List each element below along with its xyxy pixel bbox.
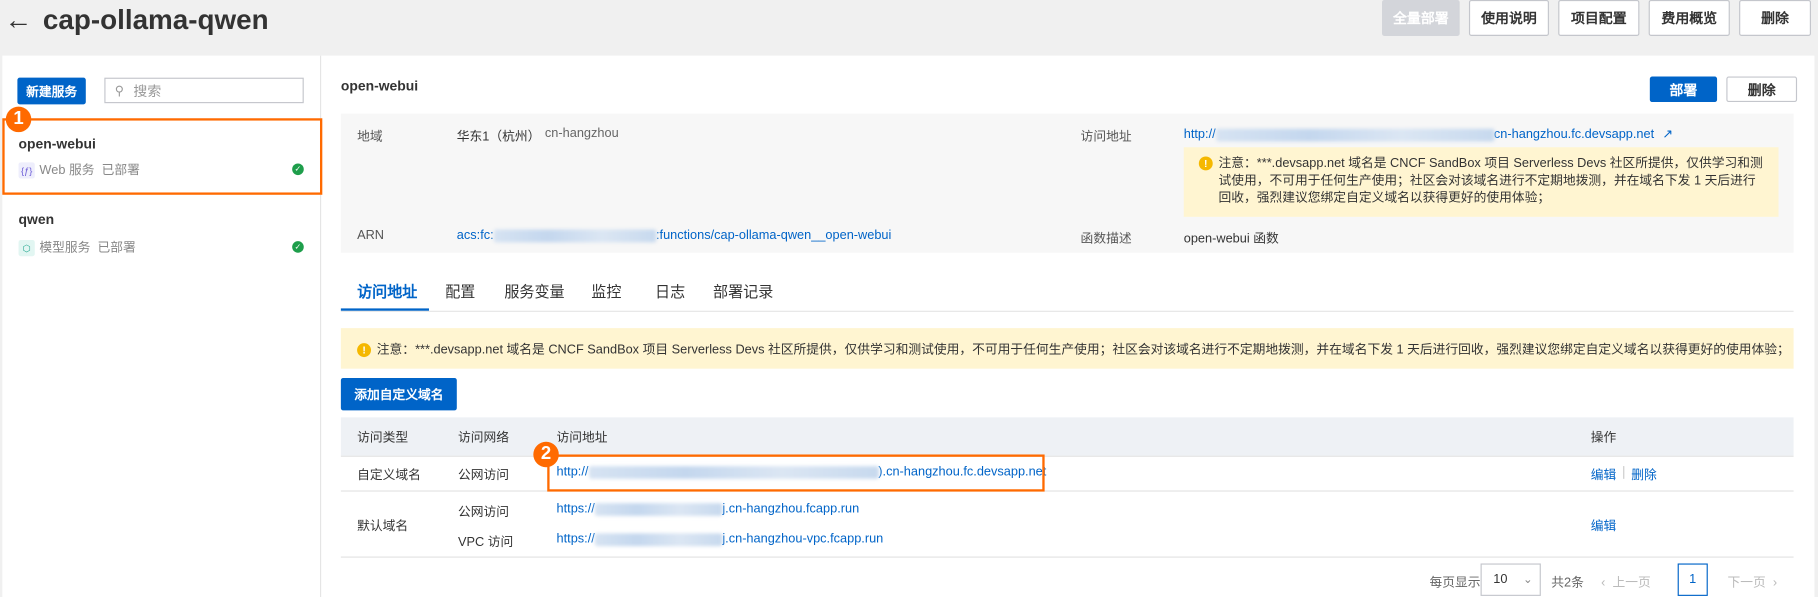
per-page-label: 每页显示: [1429, 576, 1481, 591]
prev-page-button[interactable]: ‹ 上一页: [1601, 573, 1651, 592]
sandbox-notice: ! 注意：***.devsapp.net 域名是 CNCF SandBox 项目 …: [1183, 147, 1779, 217]
service-meta: ⬡ 模型服务 已部署: [18, 238, 136, 257]
service-name: qwen: [18, 211, 55, 228]
col-actions: 操作: [1590, 431, 1617, 446]
tabs-baseline: [340, 310, 1794, 312]
row-network-vpc: VPC 访问: [457, 535, 514, 550]
deployed-check-icon: ✓: [292, 163, 304, 176]
tab-deploy-history[interactable]: 部署记录: [713, 279, 773, 301]
region-label: 地域: [357, 129, 383, 144]
vpc-default-url-link[interactable]: https:// j.cn-hangzhou-vpc.fcapp.run: [557, 532, 884, 546]
per-page-select[interactable]: 10 ⌄: [1480, 563, 1541, 596]
col-access-type: 访问类型: [357, 431, 409, 446]
col-network: 访问网络: [457, 431, 509, 446]
external-link-icon[interactable]: ↗: [1662, 128, 1673, 142]
region-code: cn-hangzhou: [544, 126, 619, 141]
back-arrow-icon[interactable]: ←: [5, 5, 33, 37]
url-prefix: https://: [556, 502, 595, 516]
prev-label: 上一页: [1612, 576, 1651, 591]
search-icon: ⚲: [114, 84, 125, 98]
arn-label: ARN: [357, 228, 385, 243]
page-1-button[interactable]: 1: [1677, 563, 1708, 596]
arn-suffix: :functions/cap-ollama-qwen__open-webui: [655, 228, 892, 243]
url-suffix: cn-hangzhou.fc.devsapp.net: [1493, 127, 1655, 142]
highlight-box-1: [2, 118, 323, 195]
web-function-icon: {ƒ}: [18, 162, 35, 179]
public-default-url-link[interactable]: https:// j.cn-hangzhou.fcapp.run: [557, 502, 860, 516]
deployed-check-icon: ✓: [292, 241, 304, 253]
desc-label: 函数描述: [1080, 231, 1132, 246]
service-type: 模型服务: [39, 241, 91, 256]
action-separator: [1623, 466, 1625, 479]
page-title: cap-ollama-qwen: [42, 4, 269, 36]
url-prefix: https://: [556, 532, 595, 547]
next-label: 下一页: [1727, 576, 1766, 591]
service-name: open-webui: [18, 135, 96, 152]
delete-link[interactable]: 删除: [1631, 465, 1657, 484]
new-service-button[interactable]: 新建服务: [17, 77, 86, 105]
search-input[interactable]: ⚲ 搜索: [104, 77, 304, 104]
service-type: Web 服务: [39, 163, 95, 178]
warning-icon: !: [1198, 156, 1213, 171]
row-type: 默认域名: [357, 519, 409, 534]
url-prefix: http://: [1183, 127, 1216, 142]
delete-service-button[interactable]: 删除: [1726, 76, 1798, 103]
project-config-button[interactable]: 项目配置: [1558, 0, 1640, 36]
tab-access-url[interactable]: 访问地址: [357, 279, 417, 301]
url-suffix: j.cn-hangzhou-vpc.fcapp.run: [722, 532, 884, 547]
deploy-button[interactable]: 部署: [1649, 76, 1718, 103]
tab-monitoring[interactable]: 监控: [591, 279, 621, 301]
region-value: 华东1（杭州）: [456, 129, 541, 144]
step-badge-2: 2: [533, 441, 559, 468]
row-network: 公网访问: [457, 505, 509, 520]
add-custom-domain-button[interactable]: 添加自定义域名: [340, 377, 457, 411]
usage-button[interactable]: 使用说明: [1468, 0, 1549, 36]
url-suffix: j.cn-hangzhou.fcapp.run: [722, 502, 860, 516]
total-count: 共2条: [1551, 576, 1584, 591]
service-detail-title: open-webui: [340, 77, 419, 94]
col-url: 访问地址: [556, 431, 608, 446]
chevron-right-icon: ›: [1772, 576, 1778, 591]
notice-text: 注意：***.devsapp.net 域名是 CNCF SandBox 项目 S…: [376, 343, 1790, 358]
next-page-button[interactable]: 下一页 ›: [1728, 573, 1778, 592]
row-network: 公网访问: [457, 468, 509, 483]
warning-icon: !: [357, 343, 372, 358]
deploy-all-button[interactable]: 全量部署: [1382, 0, 1460, 36]
delete-project-button[interactable]: 删除: [1739, 0, 1811, 36]
search-placeholder: 搜索: [133, 82, 162, 100]
tab-config[interactable]: 配置: [445, 279, 475, 301]
tab-logs[interactable]: 日志: [655, 279, 685, 301]
arn-prefix: acs:fc:: [456, 228, 494, 243]
service-status: 已部署: [97, 241, 136, 256]
cost-overview-button[interactable]: 费用概览: [1648, 0, 1730, 36]
step-badge-1: 1: [5, 106, 32, 133]
row-type: 自定义域名: [357, 468, 421, 483]
row-divider: [340, 556, 1794, 558]
active-tab-indicator: [340, 308, 429, 311]
arn-value: acs:fc: :functions/cap-ollama-qwen__open-…: [457, 228, 892, 242]
edit-link[interactable]: 编辑: [1591, 516, 1617, 535]
edit-link[interactable]: 编辑: [1591, 465, 1617, 484]
service-meta: {ƒ} Web 服务 已部署: [18, 160, 140, 179]
per-page-value: 10: [1493, 572, 1508, 587]
notice-text: 注意：***.devsapp.net 域名是 CNCF SandBox 项目 S…: [1218, 156, 1763, 206]
service-status: 已部署: [101, 163, 140, 178]
chevron-left-icon: ‹: [1601, 576, 1606, 591]
access-url-link[interactable]: http:// cn-hangzhou.fc.devsapp.net ↗: [1183, 126, 1673, 142]
tab-service-variables[interactable]: 服务变量: [504, 279, 564, 301]
url-label: 访问地址: [1080, 129, 1132, 144]
desc-value: open-webui 函数: [1183, 231, 1279, 246]
access-notice: ! 注意：***.devsapp.net 域名是 CNCF SandBox 项目 …: [340, 328, 1794, 369]
chevron-down-icon: ⌄: [1522, 573, 1533, 587]
highlight-box-2: [547, 454, 1045, 492]
model-cube-icon: ⬡: [18, 240, 35, 257]
